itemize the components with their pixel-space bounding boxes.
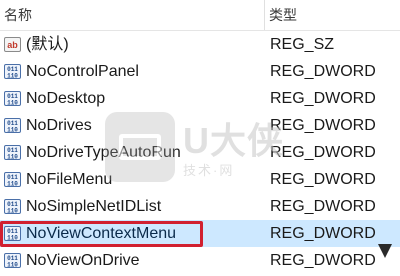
- svg-text:110: 110: [7, 181, 18, 188]
- cursor-arrow-icon: [378, 244, 392, 258]
- value-name: NoDrives: [26, 117, 92, 134]
- svg-text:110: 110: [7, 100, 18, 107]
- value-type: REG_DWORD: [270, 117, 376, 134]
- svg-text:110: 110: [7, 73, 18, 80]
- value-name: NoViewContextMenu: [26, 225, 177, 242]
- svg-text:110: 110: [7, 235, 18, 242]
- dword-value-icon: 011110: [4, 145, 21, 160]
- list-item[interactable]: 011 110 NoControlPanel REG_DWORD: [0, 58, 400, 85]
- mouse-cursor: [374, 230, 400, 276]
- value-name: NoViewOnDrive: [26, 252, 140, 269]
- value-type: REG_SZ: [270, 36, 335, 53]
- value-type: REG_DWORD: [270, 198, 376, 215]
- list-item[interactable]: ab (默认) REG_SZ: [0, 31, 400, 58]
- dword-value-icon: 011110: [4, 172, 21, 187]
- dword-value-icon: 011110: [4, 64, 21, 79]
- list-item[interactable]: 011 110 NoSimpleNetIDList REG_DWORD: [0, 193, 400, 220]
- value-name: NoFileMenu: [26, 171, 113, 188]
- column-header-name[interactable]: 名称: [0, 0, 264, 30]
- value-name: (默认): [26, 36, 69, 53]
- value-name: NoControlPanel: [26, 63, 139, 80]
- values-list: ab (默认) REG_SZ 011 110 NoControlPanel REG_DWOR…: [0, 31, 400, 274]
- value-name: NoSimpleNetIDList: [26, 198, 162, 215]
- value-type: REG_DWORD: [270, 171, 376, 188]
- dword-value-icon: 011110: [4, 253, 21, 268]
- list-item[interactable]: 011 110 NoDesktop REG_DWORD: [0, 85, 400, 112]
- list-header: 名称 类型: [0, 0, 400, 31]
- list-item[interactable]: 011 110 NoViewContextMenu REG_DWORD: [0, 220, 400, 247]
- list-item[interactable]: 011 110 NoDrives REG_DWORD: [0, 112, 400, 139]
- value-type: REG_DWORD: [270, 144, 376, 161]
- dword-value-icon: 011110: [4, 226, 21, 241]
- value-name: NoDesktop: [26, 90, 106, 107]
- value-type: REG_DWORD: [270, 90, 376, 107]
- value-name: NoDriveTypeAutoRun: [26, 144, 181, 161]
- column-header-type[interactable]: 类型: [265, 0, 400, 30]
- svg-text:ab: ab: [7, 40, 18, 50]
- dword-value-icon: 011110: [4, 118, 21, 133]
- string-value-icon: ab: [4, 37, 21, 52]
- list-item[interactable]: 011 110 NoDriveTypeAutoRun REG_DWORD: [0, 139, 400, 166]
- svg-text:110: 110: [7, 127, 18, 134]
- svg-text:110: 110: [7, 208, 18, 215]
- value-type: REG_DWORD: [270, 63, 376, 80]
- list-item[interactable]: 011 110 NoViewOnDrive REG_DWORD: [0, 247, 400, 274]
- registry-values-pane: 名称 类型 ab (默认) REG_SZ 011 110 NoControlPanel RE…: [0, 0, 400, 276]
- svg-text:110: 110: [7, 262, 18, 269]
- svg-text:110: 110: [7, 154, 18, 161]
- dword-value-icon: 011110: [4, 199, 21, 214]
- list-item[interactable]: 011 110 NoFileMenu REG_DWORD: [0, 166, 400, 193]
- dword-value-icon: 011110: [4, 91, 21, 106]
